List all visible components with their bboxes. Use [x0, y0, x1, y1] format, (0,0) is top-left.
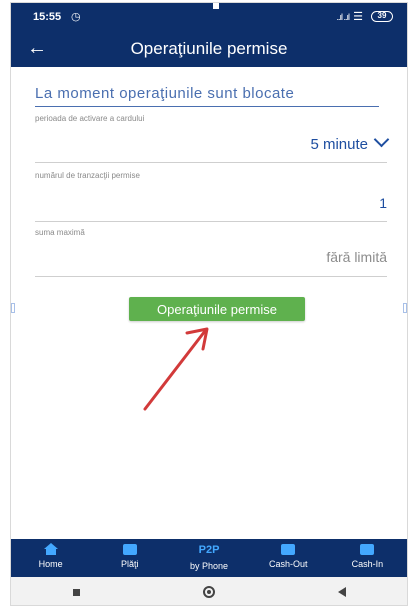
tab-label: Home	[38, 559, 63, 569]
chevron-down-icon[interactable]	[373, 131, 390, 148]
app-bar: ← Operaţiunile permise	[11, 31, 407, 67]
tab-cash-in[interactable]: Cash-In	[328, 539, 407, 577]
p2p-icon: P2P	[198, 544, 220, 556]
camera-notch	[213, 3, 219, 9]
tab-label: Cash-In	[351, 559, 384, 569]
tab-payments[interactable]: Plăţi	[90, 539, 169, 577]
tab-p2p[interactable]: P2P by Phone	[169, 539, 248, 577]
card-icon	[122, 544, 137, 555]
field-label: suma maximă	[35, 228, 85, 237]
tab-home[interactable]: Home	[11, 539, 90, 577]
atm-icon	[281, 544, 296, 555]
tab-label: Plăţi	[121, 559, 139, 569]
wifi-icon: ☰	[353, 11, 363, 23]
tab-cash-out[interactable]: Cash-Out	[249, 539, 328, 577]
field-label: perioada de activare a cardului	[35, 114, 145, 123]
tab-label: Cash-Out	[268, 559, 308, 569]
tab-label: by Phone	[189, 561, 229, 571]
edge-marker	[11, 303, 15, 313]
field-label: numărul de tranzacţii permise	[35, 171, 140, 180]
battery-icon: 39	[371, 11, 393, 22]
home-button-icon[interactable]	[202, 586, 215, 598]
atm-icon	[360, 544, 375, 555]
transactions-count-field[interactable]: numărul de tranzacţii permise 1	[35, 171, 387, 222]
activation-period-field[interactable]: perioada de activare a cardului 5 minute	[35, 114, 390, 163]
page-title: Operaţiunile permise	[130, 39, 288, 58]
phone-screen: 15:55 ◷ ..ıl ..ıl ☰ 39 ← Operaţiunile pe…	[10, 2, 408, 606]
activation-period-value[interactable]: 5 minute	[310, 131, 390, 153]
signal-icon: ..ıl ..ıl	[336, 12, 349, 22]
annotation-arrow-icon	[143, 327, 209, 411]
back-triangle-icon[interactable]	[337, 587, 346, 597]
status-time: 15:55	[33, 11, 62, 23]
transactions-count-value[interactable]: 1	[379, 195, 387, 211]
activation-period-text: 5 minute	[310, 136, 368, 153]
alarm-icon: ◷	[71, 11, 81, 23]
edge-marker	[403, 303, 407, 313]
status-bar: 15:55 ◷ ..ıl ..ıl ☰ 39	[11, 3, 407, 31]
max-amount-field[interactable]: suma maximă fără limită	[35, 228, 387, 277]
blocked-status-heading: La moment operaţiunile sunt blocate	[35, 85, 379, 107]
recent-apps-icon[interactable]	[72, 588, 80, 596]
home-icon-body	[45, 549, 56, 555]
max-amount-value[interactable]: fără limită	[326, 249, 387, 265]
bottom-tab-bar: Home Plăţi P2P by Phone Cash-Out Cash-In	[11, 539, 407, 577]
system-nav-bar	[11, 577, 407, 605]
